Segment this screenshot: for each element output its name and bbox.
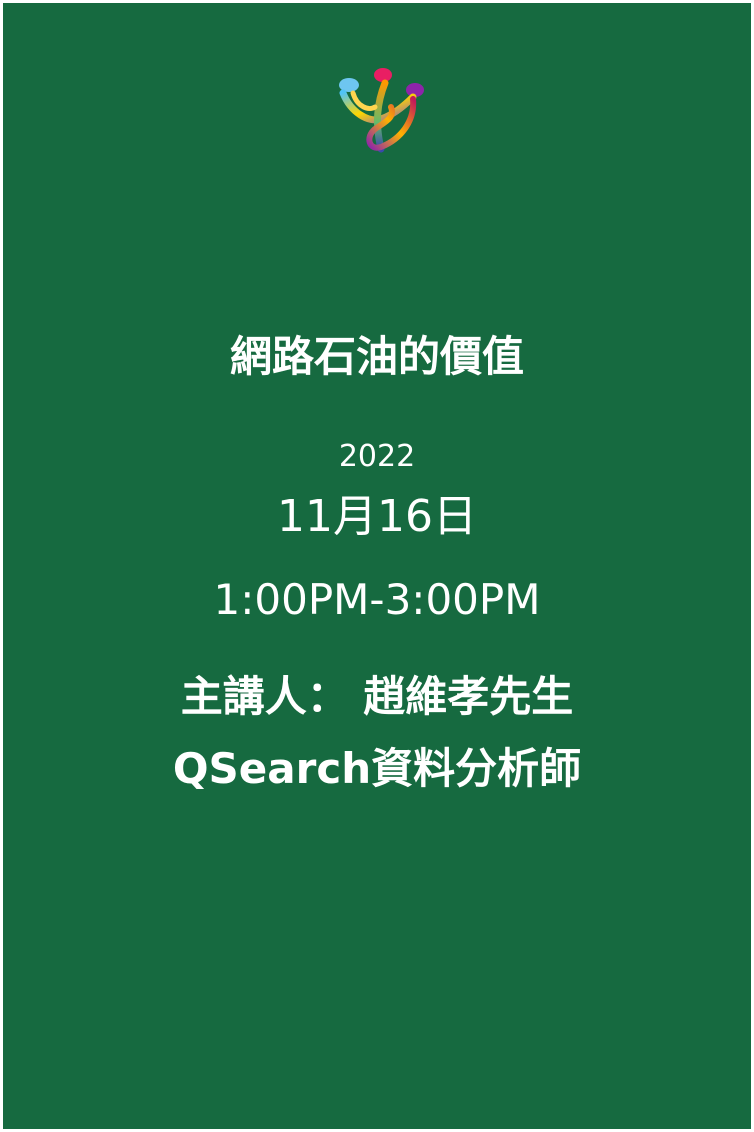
speaker-name: 主講人： 趙維孝先生 — [180, 672, 574, 721]
event-poster: 網路石油的價值 2022 11月16日 1:00PM-3:00PM 主講人： 趙… — [3, 3, 751, 1129]
colorful-people-logo-icon — [329, 63, 429, 159]
event-title: 網路石油的價值 — [229, 332, 524, 381]
speaker-role: QSearch資料分析師 — [172, 744, 582, 793]
event-date: 11月16日 — [277, 491, 477, 542]
event-year: 2022 — [338, 439, 416, 474]
event-time: 1:00PM-3:00PM — [213, 575, 541, 624]
